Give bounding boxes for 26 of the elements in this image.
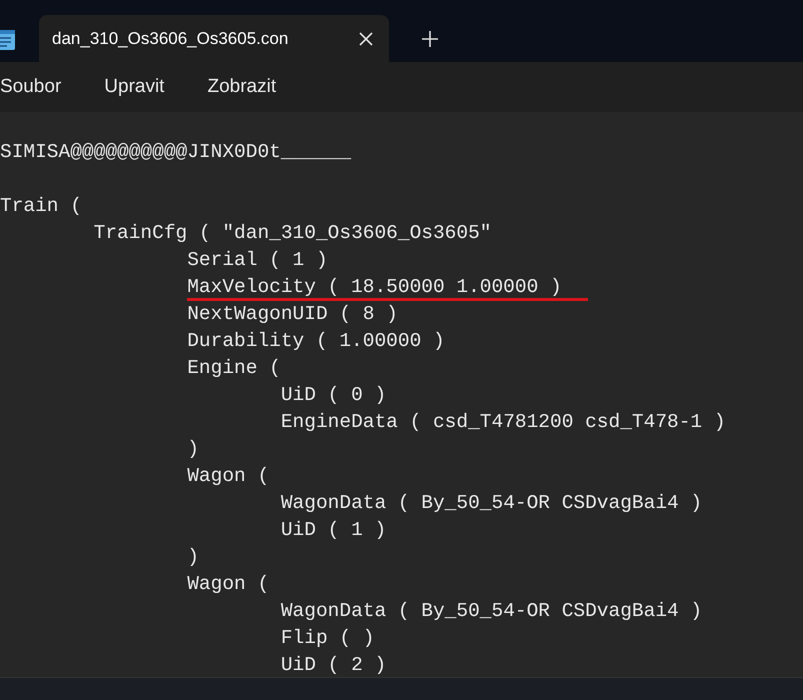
code-line: Engine (: [187, 356, 281, 381]
close-icon[interactable]: [358, 30, 374, 46]
code-line: ): [187, 437, 199, 462]
code-line: Serial ( 1 ): [187, 248, 328, 273]
menu-item[interactable]: Zobrazit: [207, 72, 276, 102]
document-tab[interactable]: dan_310_Os3606_Os3605.con: [39, 15, 389, 62]
code-line: Wagon (: [187, 464, 270, 489]
tab-title: dan_310_Os3606_Os3605.con: [52, 28, 290, 50]
code-line: WagonData ( By_50_54-OR CSDvagBai4 ): [280, 599, 702, 624]
code-line: UiD ( 2 ): [280, 653, 386, 677]
menu-item[interactable]: Soubor: [0, 72, 62, 102]
code-line: MaxVelocity ( 18.50000 1.00000 ): [187, 274, 588, 301]
code-line: EngineData ( csd_T4781200 csd_T478-1 ): [280, 410, 726, 435]
code-line: Wagon (: [187, 572, 270, 597]
code-line: Durability ( 1.00000 ): [187, 329, 445, 354]
code-line: SIMISA@@@@@@@@@@JINX0D0t______: [0, 140, 352, 165]
code-line: NextWagonUID ( 8 ): [187, 302, 398, 327]
code-line: UiD ( 1 ): [280, 518, 386, 543]
code-line: Train (: [0, 194, 82, 219]
menu-item[interactable]: Upravit: [104, 72, 164, 102]
code-line: Flip ( ): [280, 626, 374, 651]
code-line: WagonData ( By_50_54-OR CSDvagBai4 ): [280, 491, 702, 516]
code-line: TrainCfg ( "dan_310_Os3606_Os3605": [94, 221, 492, 246]
code-line: UiD ( 0 ): [280, 383, 386, 408]
new-tab-icon[interactable]: [421, 30, 439, 48]
code-line: ): [187, 545, 199, 570]
